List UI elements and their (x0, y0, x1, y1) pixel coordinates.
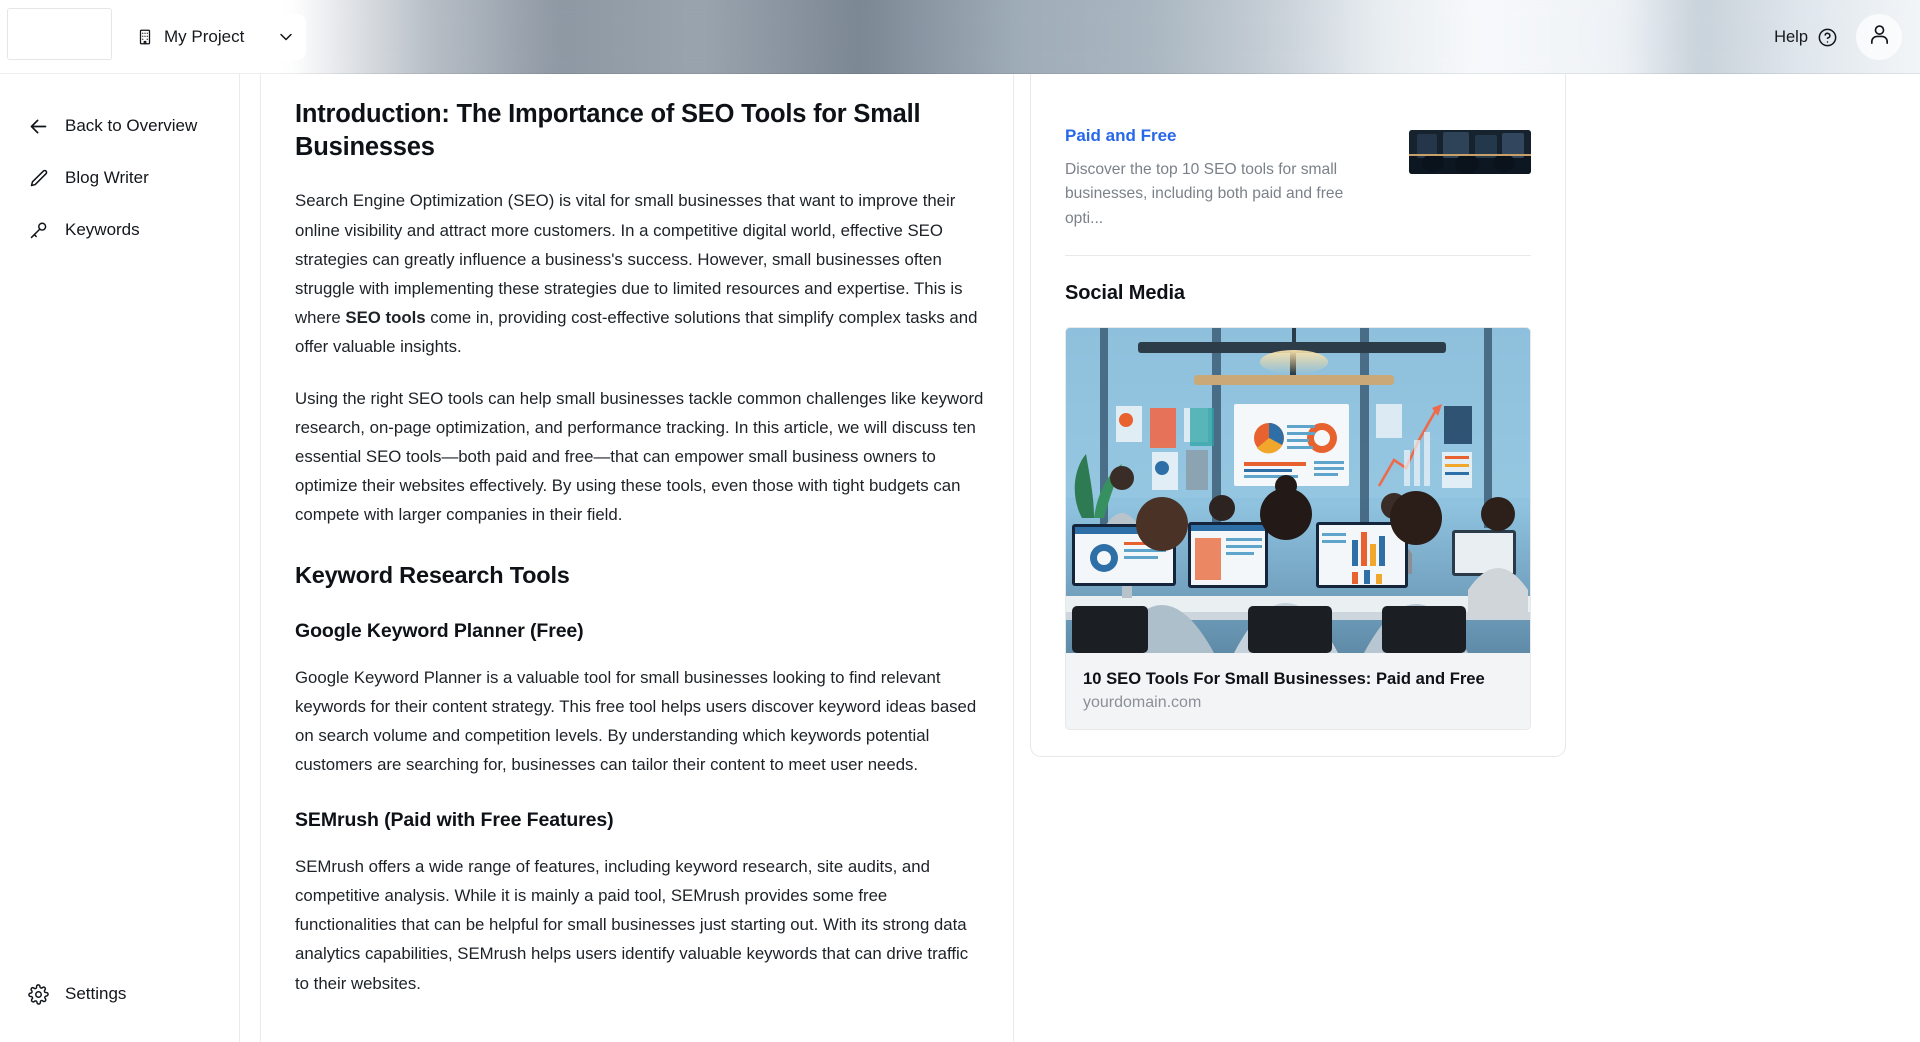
social-media-preview-image (1066, 327, 1530, 653)
key-icon (28, 220, 49, 241)
seo-preview-thumbnail (1409, 130, 1531, 174)
sidebar-bottom-nav: Settings (0, 968, 240, 1020)
article-subheading-google-keyword-planner: Google Keyword Planner (Free) (295, 620, 584, 643)
sidebar-item-back-to-overview[interactable]: Back to Overview (0, 100, 240, 152)
sidebar-item-label: Back to Overview (65, 116, 198, 135)
help-label: Help (1774, 27, 1808, 46)
article-paragraph: Google Keyword Planner is a valuable too… (295, 667, 977, 775)
user-avatar-icon (1868, 23, 1891, 51)
question-circle-icon (1817, 27, 1838, 48)
article-heading-keyword-research-tools: Keyword Research Tools (295, 561, 570, 588)
sidebar-item-settings[interactable]: Settings (0, 968, 240, 1020)
social-media-card[interactable]: 10 SEO Tools For Small Businesses: Paid … (1065, 326, 1531, 731)
help-button[interactable]: Help (1770, 21, 1842, 54)
card-divider (1065, 254, 1531, 256)
article-body: Introduction: The Importance of SEO Tool… (295, 74, 985, 1020)
header-actions: Help (1770, 0, 1902, 74)
header-divider (0, 73, 1920, 74)
app-header: My Project Help (0, 0, 1920, 74)
paragraph-text-pre: Search Engine Optimization (SEO) is vita… (295, 191, 963, 328)
article-paragraph: Search Engine Optimization (SEO) is vita… (295, 186, 985, 361)
building-icon (136, 28, 154, 46)
pencil-icon (28, 168, 49, 189)
preview-card: Paid and Free Discover the top 10 SEO to… (1030, 0, 1566, 758)
user-avatar-button[interactable] (1856, 14, 1902, 60)
gear-icon (28, 983, 49, 1005)
sidebar-item-blog-writer[interactable]: Blog Writer (0, 152, 240, 204)
article-paragraph: SEMrush offers a wide range of features,… (295, 856, 969, 993)
social-media-caption-title: 10 SEO Tools For Small Businesses: Paid … (1083, 668, 1485, 688)
article-heading-intro: Introduction: The Importance of SEO Tool… (295, 100, 921, 162)
right-panel: Paid and Free Discover the top 10 SEO to… (1014, 0, 1920, 1042)
sidebar-nav: Back to Overview Blog Writer Keywords (0, 100, 240, 256)
social-media-caption-domain: yourdomain.com (1083, 694, 1202, 712)
sidebar-item-label: Blog Writer (65, 168, 149, 187)
arrow-left-icon (28, 116, 49, 137)
social-media-caption: 10 SEO Tools For Small Businesses: Paid … (1066, 652, 1530, 730)
sidebar-item-label: Keywords (65, 220, 140, 239)
logo-placeholder[interactable] (7, 8, 112, 60)
sidebar-item-label: Settings (65, 984, 127, 1003)
seo-preview-description: Discover the top 10 SEO tools for small … (1065, 160, 1344, 227)
sidebar: Back to Overview Blog Writer Keywords Se… (0, 74, 240, 1042)
project-selector[interactable]: My Project (120, 14, 307, 60)
article-paragraph: Using the right SEO tools can help small… (295, 388, 984, 525)
article-scroll-region[interactable]: Introduction: The Importance of SEO Tool… (240, 74, 1014, 1042)
article-subheading-semrush: SEMrush (Paid with Free Features) (295, 809, 614, 832)
sidebar-item-keywords[interactable]: Keywords (0, 204, 240, 256)
chevron-down-icon (276, 27, 296, 47)
article-left-rail (260, 74, 261, 1042)
inline-bold-seo-tools: SEO tools (345, 308, 426, 328)
social-media-heading: Social Media (1065, 281, 1185, 304)
project-name-label: My Project (164, 27, 245, 46)
